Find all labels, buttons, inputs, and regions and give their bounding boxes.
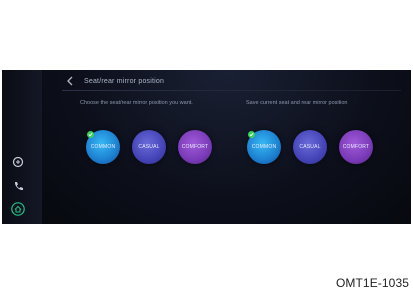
right-common-button[interactable]: COMMON: [247, 130, 281, 164]
left-comfort-button[interactable]: COMFORT: [178, 130, 212, 164]
option-label: CASUAL: [138, 144, 160, 150]
right-section-label: Save current seat and rear mirror positi…: [246, 100, 348, 106]
left-rail: [2, 70, 43, 224]
phone-icon[interactable]: [10, 178, 26, 194]
back-arrow-icon[interactable]: [66, 76, 76, 86]
page-title: Seat/rear mirror position: [84, 77, 165, 85]
figure-caption: OMT1E-1035: [335, 276, 409, 290]
right-casual-button[interactable]: CASUAL: [293, 130, 327, 164]
voice-icon[interactable]: [10, 154, 26, 170]
option-label: COMMON: [251, 144, 277, 150]
left-options: COMMON CASUAL COMFORT: [86, 130, 212, 164]
main-content: Seat/rear mirror position Choose the sea…: [42, 70, 411, 224]
left-common-button[interactable]: COMMON: [86, 130, 120, 164]
option-label: CASUAL: [299, 144, 321, 150]
left-section-label: Choose the seat/rear mirror position you…: [80, 100, 193, 106]
left-casual-button[interactable]: CASUAL: [132, 130, 166, 164]
option-label: COMMON: [90, 144, 116, 150]
page-header: Seat/rear mirror position: [66, 76, 164, 86]
check-icon: [87, 131, 94, 138]
right-options: COMMON CASUAL COMFORT: [247, 130, 373, 164]
header-divider: [62, 90, 401, 91]
home-icon[interactable]: [10, 201, 26, 217]
option-label: COMFORT: [342, 144, 370, 150]
check-icon: [248, 131, 255, 138]
right-comfort-button[interactable]: COMFORT: [339, 130, 373, 164]
option-label: COMFORT: [181, 144, 209, 150]
infotainment-screen: Seat/rear mirror position Choose the sea…: [2, 70, 411, 224]
